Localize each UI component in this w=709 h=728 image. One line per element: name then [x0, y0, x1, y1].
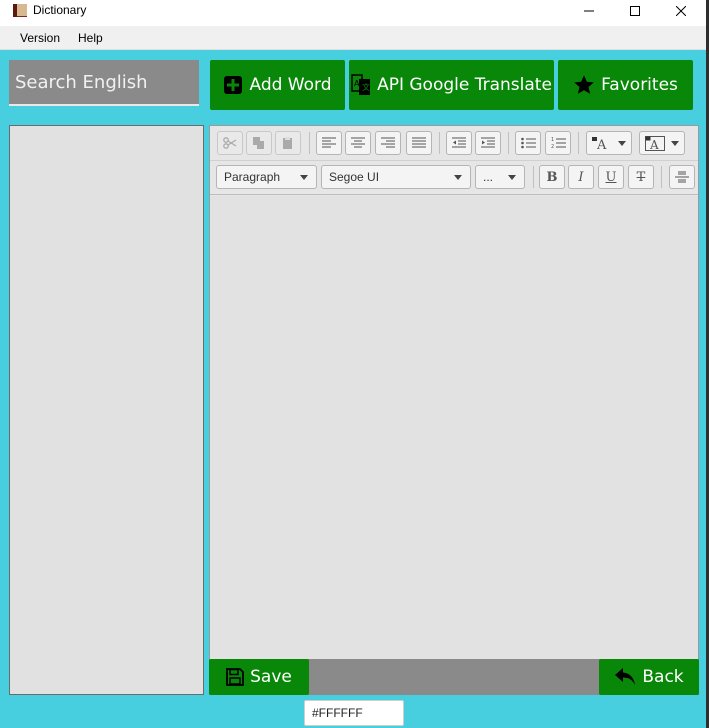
back-label: Back	[642, 667, 684, 687]
numbered-list-button[interactable]: 12	[545, 131, 571, 155]
editor-content-area[interactable]	[210, 196, 698, 659]
favorites-button[interactable]: Favorites	[558, 60, 693, 110]
separator	[508, 132, 509, 154]
star-icon	[574, 75, 594, 94]
italic-button[interactable]: I	[568, 165, 594, 189]
title-bar: Dictionary	[0, 0, 706, 24]
cut-button[interactable]	[217, 131, 243, 155]
chevron-down-icon	[618, 140, 626, 146]
close-icon	[676, 6, 686, 16]
svg-text:A: A	[354, 79, 360, 88]
api-translate-label: API Google Translate	[377, 75, 552, 95]
separator	[439, 132, 440, 154]
align-center-button[interactable]	[345, 131, 371, 155]
editor-toolbar-bottom: Paragraph Segoe UI ... B I U T	[210, 161, 698, 195]
reply-arrow-icon	[615, 668, 636, 685]
translate-icon: A 文	[351, 74, 371, 95]
svg-text:文: 文	[362, 82, 370, 92]
svg-text:A: A	[596, 138, 607, 150]
chevron-down-icon	[508, 175, 516, 180]
font-size-value: ...	[483, 170, 494, 184]
svg-text:1: 1	[551, 137, 554, 143]
align-center-icon	[351, 137, 365, 148]
chevron-down-icon	[300, 175, 308, 180]
align-right-icon	[381, 137, 395, 148]
paste-button[interactable]	[275, 131, 301, 155]
bold-icon: B	[546, 169, 558, 185]
color-value-field[interactable]: #FFFFFF	[304, 700, 404, 726]
window-title: Dictionary	[33, 3, 87, 17]
menu-bar: Version Help	[0, 26, 706, 50]
align-justify-icon	[412, 137, 426, 148]
font-family-select[interactable]: Segoe UI	[321, 165, 471, 189]
strikethrough-button[interactable]: T	[628, 165, 654, 189]
book-icon	[13, 4, 27, 17]
paste-icon	[283, 137, 292, 149]
indent-icon	[481, 137, 495, 148]
text-color-icon: A	[592, 137, 607, 150]
floppy-disk-icon	[226, 668, 245, 686]
font-family-value: Segoe UI	[329, 170, 380, 184]
plus-square-icon	[224, 76, 243, 94]
chevron-down-icon	[454, 175, 462, 180]
bold-button[interactable]: B	[539, 165, 565, 189]
text-color-button[interactable]: A	[586, 131, 632, 155]
copy-icon	[253, 137, 264, 149]
align-left-button[interactable]	[316, 131, 342, 155]
minimize-icon	[584, 10, 594, 12]
numbered-list-icon: 12	[551, 137, 566, 150]
underline-button[interactable]: U	[598, 165, 624, 189]
separator	[309, 132, 310, 154]
word-list[interactable]	[9, 125, 204, 695]
paragraph-style-value: Paragraph	[224, 170, 281, 184]
menu-help[interactable]: Help	[78, 31, 103, 45]
menu-version[interactable]: Version	[20, 31, 60, 45]
horizontal-rule-button[interactable]	[669, 165, 695, 189]
add-word-button[interactable]: Add Word	[210, 60, 345, 110]
save-label: Save	[250, 667, 292, 687]
html-editor[interactable]: 12 A A Paragraph Segoe UI ... B I U T	[209, 125, 699, 660]
chevron-down-icon	[671, 140, 679, 146]
scissors-icon	[223, 137, 237, 149]
paragraph-style-select[interactable]: Paragraph	[216, 165, 317, 189]
minimize-button[interactable]	[566, 0, 612, 22]
svg-text:2: 2	[551, 144, 554, 150]
editor-toolbar-top: 12 A A	[210, 126, 698, 161]
maximize-button[interactable]	[612, 0, 658, 22]
close-button[interactable]	[658, 0, 704, 22]
background-color-icon: A	[645, 135, 665, 151]
background-color-button[interactable]: A	[639, 131, 685, 155]
search-box[interactable]	[9, 60, 199, 106]
back-button[interactable]: Back	[599, 659, 699, 695]
separator	[533, 166, 534, 188]
indent-button[interactable]	[475, 131, 501, 155]
add-word-label: Add Word	[249, 75, 332, 95]
horizontal-rule-icon	[675, 171, 689, 183]
font-size-select[interactable]: ...	[475, 165, 525, 189]
api-translate-button[interactable]: A 文 API Google Translate	[349, 60, 554, 110]
separator	[578, 132, 579, 154]
svg-text:A: A	[649, 138, 659, 151]
separator	[661, 166, 662, 188]
maximize-icon	[630, 6, 640, 16]
outdent-button[interactable]	[446, 131, 472, 155]
strikethrough-icon: T	[636, 169, 646, 185]
favorites-label: Favorites	[601, 75, 678, 95]
save-button[interactable]: Save	[209, 659, 309, 695]
align-left-icon	[322, 137, 336, 148]
outdent-icon	[452, 137, 466, 148]
copy-button[interactable]	[246, 131, 272, 155]
search-input[interactable]	[9, 60, 199, 104]
align-justify-button[interactable]	[406, 131, 432, 155]
align-right-button[interactable]	[375, 131, 401, 155]
underline-icon: U	[605, 169, 617, 185]
bullet-list-button[interactable]	[515, 131, 541, 155]
bullet-list-icon	[520, 137, 536, 149]
italic-icon: I	[578, 169, 584, 185]
